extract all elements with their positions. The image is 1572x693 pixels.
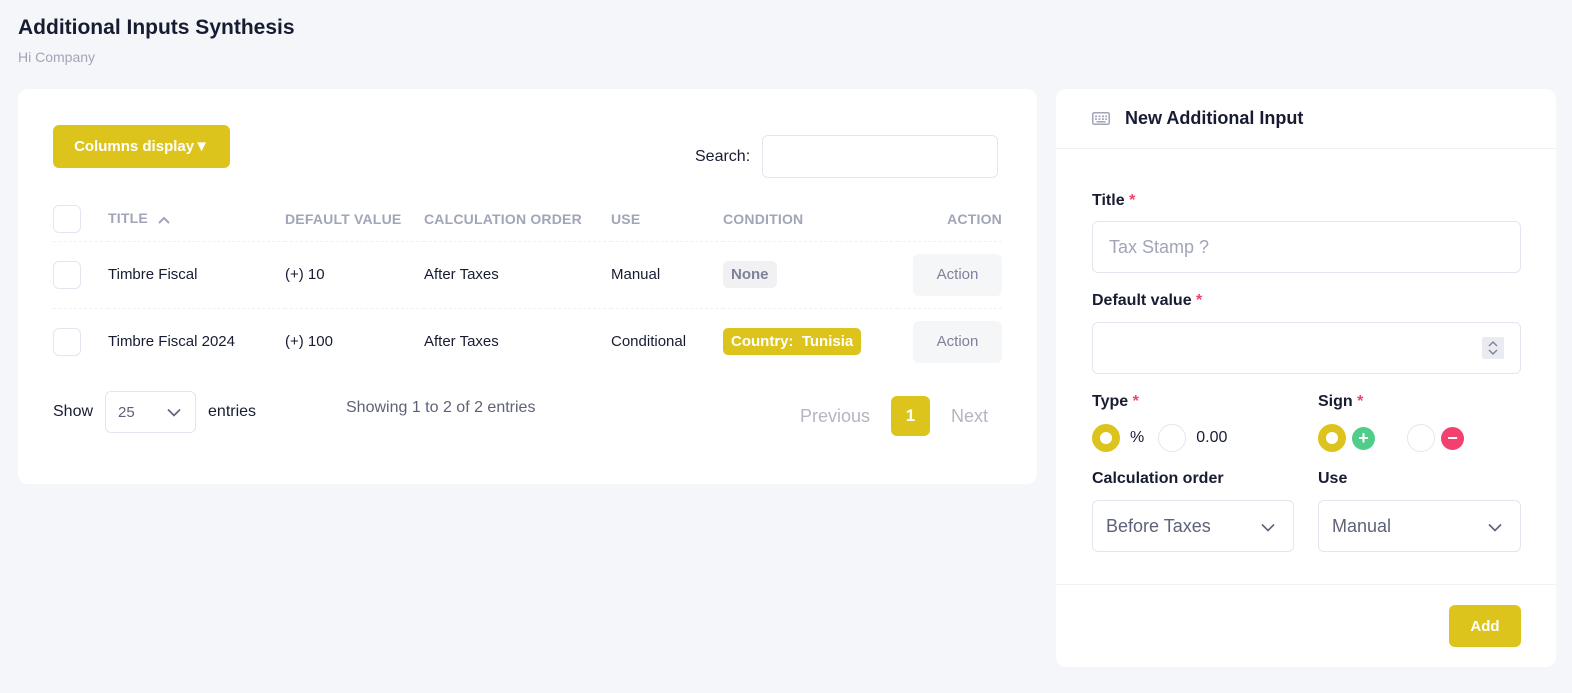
row-checkbox[interactable] [53, 327, 81, 356]
required-mark: * [1129, 192, 1136, 209]
spinner-arrows-icon [1488, 341, 1498, 355]
keyboard-icon [1092, 112, 1110, 125]
type-radio-fixed[interactable] [1158, 424, 1187, 452]
additional-inputs-table: TITLE DEFAULT VALUE CALCULATION ORDER US… [53, 197, 1002, 375]
entries-label: entries [208, 403, 257, 420]
column-header-calculation-order[interactable]: CALCULATION ORDER [424, 197, 611, 242]
columns-display-button[interactable]: Columns display▼ [53, 125, 230, 168]
row-action-button[interactable]: Action [913, 253, 1002, 296]
sort-ascending-icon [158, 211, 170, 227]
table-row: Timbre Fiscal (+) 10 After Taxes Manual … [53, 241, 1002, 309]
pagination-next[interactable]: Next [939, 406, 1000, 427]
table-row: Timbre Fiscal 2024 (+) 100 After Taxes C… [53, 308, 1002, 375]
title-field-label: Title * [1092, 192, 1135, 210]
chevron-down-icon [1488, 516, 1502, 537]
form-card-title: New Additional Input [1125, 108, 1304, 128]
show-label: Show [53, 403, 94, 420]
type-field-label: Type * [1092, 393, 1139, 411]
sign-radio-group: + − [1318, 424, 1464, 452]
additional-inputs-table-card: Columns display▼ Search: TITLE DEFAULT V… [18, 89, 1037, 484]
cell-calculation-order: After Taxes [424, 333, 499, 351]
column-header-title[interactable]: TITLE [108, 197, 285, 242]
pagination-previous[interactable]: Previous [788, 406, 882, 427]
page-length-group: Show 25 entries [53, 391, 256, 433]
row-action-button[interactable]: Action [913, 320, 1002, 363]
use-label: Use [1318, 470, 1348, 487]
calculation-order-select[interactable]: Before Taxes [1092, 500, 1294, 552]
cell-use: Conditional [611, 333, 687, 351]
cell-title: Timbre Fiscal [108, 241, 285, 309]
form-card-footer-divider [1056, 584, 1556, 585]
title-label-text: Title [1092, 192, 1125, 209]
type-option-percent-label: % [1130, 429, 1145, 446]
use-value: Manual [1332, 515, 1392, 536]
new-additional-input-card: New Additional Input Title * Default val… [1056, 89, 1556, 667]
add-button[interactable]: Add [1449, 605, 1521, 647]
table-header-row: TITLE DEFAULT VALUE CALCULATION ORDER US… [53, 197, 1002, 242]
page-length-value: 25 [118, 403, 135, 421]
cell-calculation-order: After Taxes [424, 241, 611, 309]
search-input[interactable] [762, 135, 999, 178]
calculation-order-value: Before Taxes [1106, 515, 1211, 536]
sign-radio-plus[interactable] [1318, 424, 1346, 452]
table-info: Showing 1 to 2 of 2 entries [346, 399, 536, 416]
plus-icon: + [1352, 426, 1375, 450]
required-mark: * [1196, 292, 1203, 309]
required-mark: * [1132, 393, 1139, 410]
cell-default-value: (+) 10 [285, 241, 424, 309]
column-header-title-label: TITLE [108, 210, 148, 227]
column-header-use[interactable]: USE [611, 197, 723, 242]
number-spinner[interactable] [1482, 337, 1504, 359]
chevron-down-icon [167, 404, 181, 421]
page-subtitle: Hi Company [18, 49, 96, 65]
pagination-page-1[interactable]: 1 [891, 396, 931, 436]
row-checkbox[interactable] [53, 260, 81, 289]
cell-title: Timbre Fiscal 2024 [108, 333, 235, 351]
type-radio-percent[interactable] [1092, 424, 1120, 452]
condition-badge: Country: Tunisia [723, 328, 862, 356]
type-label-text: Type [1092, 393, 1129, 410]
search-label: Search: [695, 147, 751, 165]
pagination: Previous 1 Next [788, 396, 1000, 436]
sign-label-text: Sign [1318, 393, 1353, 410]
chevron-down-icon [1261, 516, 1275, 537]
page-header: Additional Inputs Synthesis Hi Company [18, 16, 295, 65]
column-header-default-value[interactable]: DEFAULT VALUE [285, 197, 424, 242]
page-length-select[interactable]: 25 [105, 391, 197, 433]
default-value-label-text: Default value [1092, 292, 1192, 309]
cell-default-value: (+) 100 [285, 333, 333, 351]
use-select[interactable]: Manual [1318, 500, 1521, 552]
type-option-fixed-label: 0.00 [1196, 429, 1228, 446]
calculation-order-label: Calculation order [1092, 470, 1224, 487]
sign-radio-minus[interactable] [1407, 424, 1435, 452]
required-mark: * [1357, 393, 1364, 410]
cell-use: Manual [611, 241, 723, 309]
minus-icon: − [1441, 426, 1464, 450]
sign-field-label: Sign * [1318, 393, 1363, 411]
column-header-condition[interactable]: CONDITION [723, 197, 898, 242]
select-all-checkbox[interactable] [53, 204, 81, 233]
column-header-action: ACTION [898, 197, 1002, 242]
search-group: Search: [695, 135, 999, 178]
default-value-input[interactable] [1092, 322, 1521, 374]
page-title: Additional Inputs Synthesis [18, 16, 295, 39]
form-card-header: New Additional Input [1056, 89, 1556, 149]
default-value-field-label: Default value * [1092, 292, 1202, 310]
condition-badge: None [723, 261, 777, 288]
title-input[interactable] [1092, 221, 1521, 273]
type-radio-group: % 0.00 [1092, 424, 1241, 452]
